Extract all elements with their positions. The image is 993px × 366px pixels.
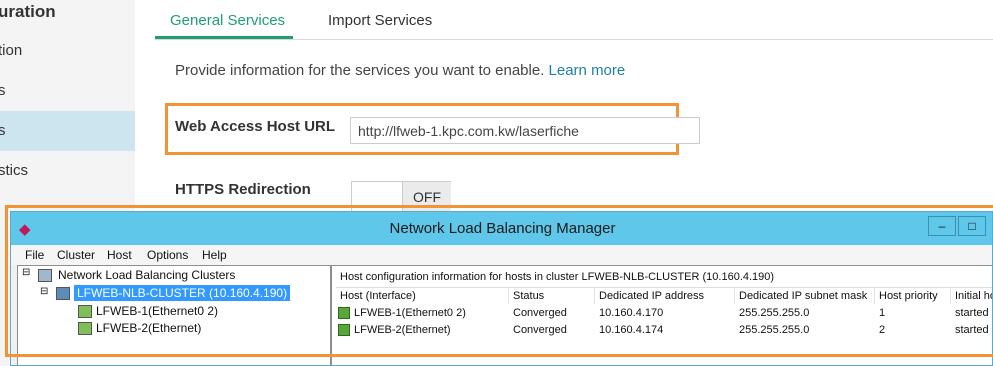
nav-item-3-active[interactable]: s bbox=[0, 111, 135, 151]
description: Provide information for the services you… bbox=[175, 62, 625, 79]
https-redirection-label: HTTPS Redirection bbox=[175, 181, 311, 198]
nav-title: uration bbox=[0, 2, 56, 21]
nav-item-4[interactable]: stics bbox=[0, 151, 135, 191]
highlight-box-nlb bbox=[5, 205, 993, 357]
nav-item-1[interactable]: tion bbox=[0, 31, 135, 71]
tab-import-services[interactable]: Import Services bbox=[328, 12, 432, 29]
web-access-url-input[interactable] bbox=[350, 117, 700, 144]
nav-item-2[interactable]: s bbox=[0, 71, 135, 111]
tab-bar: General Services Import Services bbox=[155, 0, 993, 40]
web-access-label: Web Access Host URL bbox=[175, 118, 336, 135]
tab-general-services[interactable]: General Services bbox=[170, 12, 285, 29]
description-text: Provide information for the services you… bbox=[175, 62, 549, 79]
tab-active-indicator bbox=[155, 36, 293, 39]
learn-more-link[interactable]: Learn more bbox=[549, 62, 626, 79]
